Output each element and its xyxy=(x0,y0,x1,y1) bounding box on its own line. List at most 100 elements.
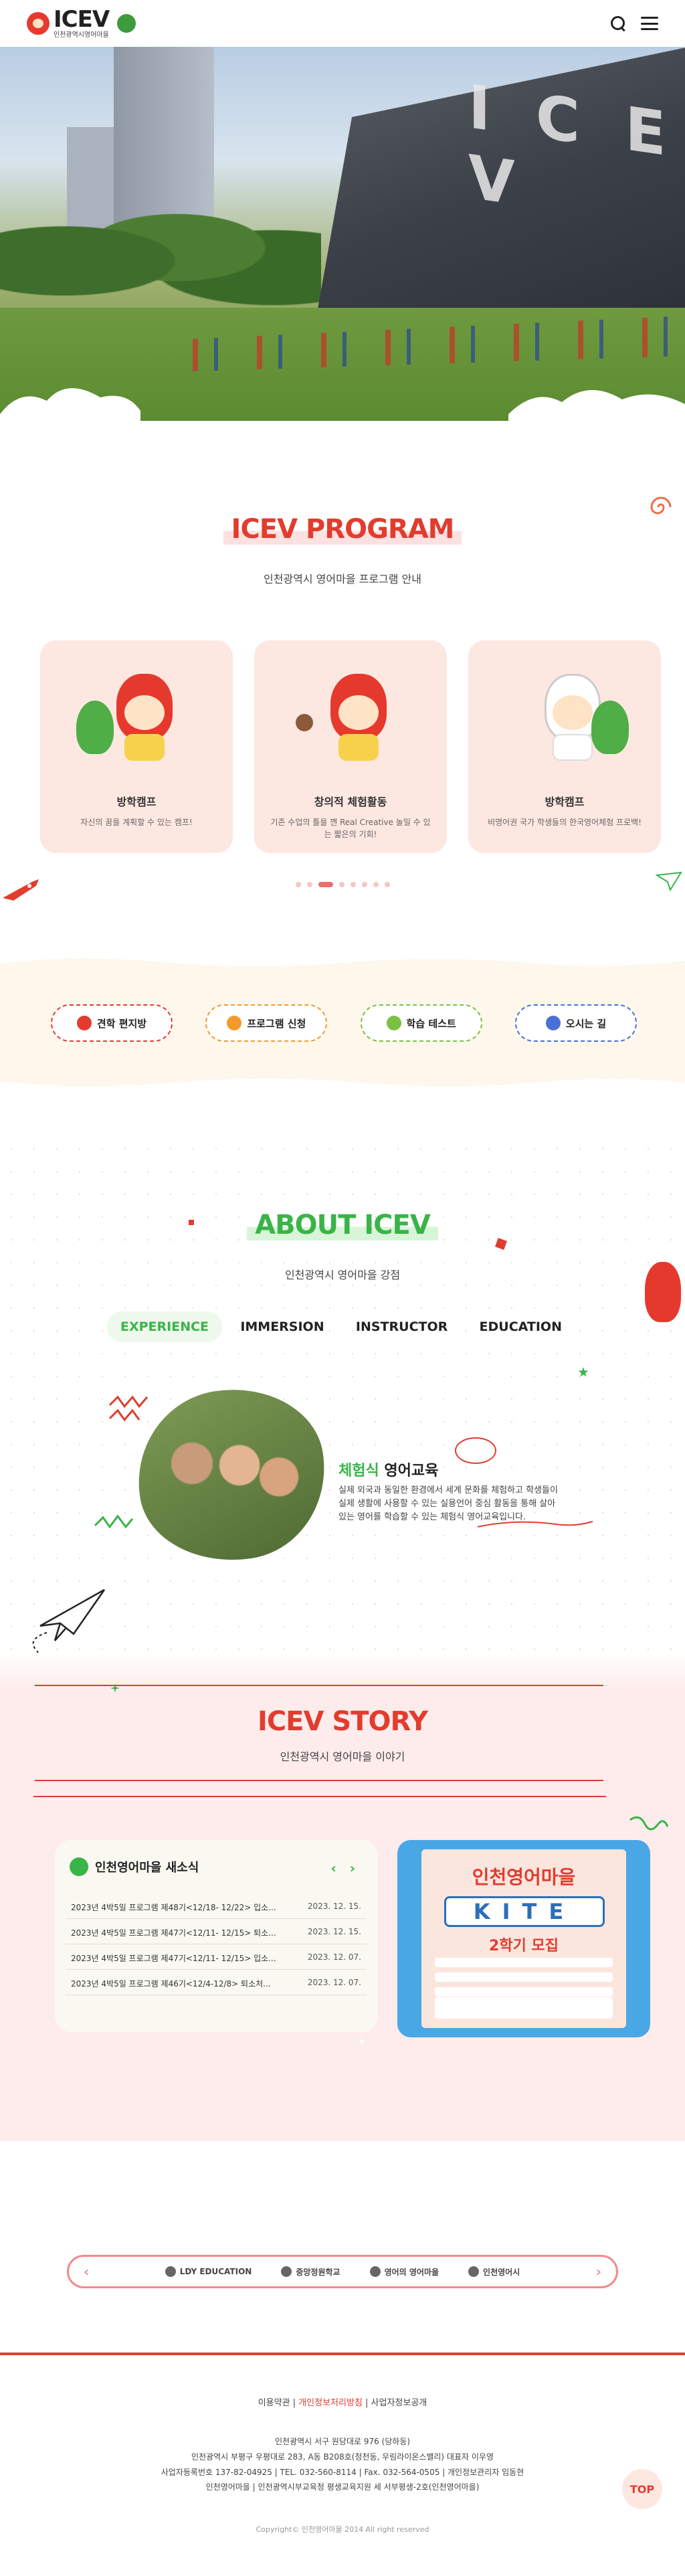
partner-logo-icon xyxy=(165,2266,176,2277)
quick-link-button[interactable]: 학습 테스트 xyxy=(360,1004,482,1042)
quick-link-button[interactable]: 오시는 길 xyxy=(514,1004,637,1042)
poster-details xyxy=(435,1958,613,2002)
about-headline: 체험식 영어교육 xyxy=(338,1459,438,1480)
news-row[interactable]: 2023년 4박5일 프로그램 제47기<12/11- 12/15> 입소...… xyxy=(66,1944,367,1970)
scroll-top-button[interactable]: TOP xyxy=(622,2469,662,2509)
footer-divider xyxy=(0,2353,685,2355)
partner-logo[interactable]: 인천영어시 xyxy=(468,2266,520,2278)
squiggle-doodle xyxy=(94,1514,134,1529)
paper-plane-icon xyxy=(21,1588,106,1659)
news-row[interactable]: 2023년 4박5일 프로그램 제47기<12/11- 12/15> 퇴소...… xyxy=(66,1919,367,1944)
about-tab-list: EXPERIENCE IMMERSION INSTRUCTOR EDUCATION xyxy=(107,1311,575,1342)
about-headline-rest: 영어교육 xyxy=(379,1463,439,1479)
carousel-dot[interactable] xyxy=(295,882,301,887)
poster-title: 인천영어마을 xyxy=(472,1866,576,1888)
story-title: ICEV STORY xyxy=(257,1706,428,1737)
footer-link[interactable]: 개인정보처리방침 xyxy=(298,2398,363,2408)
quick-link-button[interactable]: 프로그램 신청 xyxy=(205,1004,328,1042)
about-tab[interactable]: EXPERIENCE xyxy=(107,1311,223,1342)
mascot-illustration xyxy=(504,667,629,767)
news-nav: ‹ › xyxy=(331,1860,356,1876)
poster-footer xyxy=(435,1997,613,2019)
partner-logo[interactable]: LDY EDUCATION xyxy=(165,2266,252,2277)
chevron-right-icon[interactable]: › xyxy=(350,1860,355,1876)
partner-logo-label: 인천영어시 xyxy=(483,2267,520,2277)
partner-logo[interactable]: 중앙정원학교 xyxy=(281,2266,340,2278)
about-tab[interactable]: INSTRUCTOR xyxy=(342,1311,461,1342)
wave-top-divider xyxy=(0,954,685,967)
footer-link[interactable]: 사업자정보공개 xyxy=(371,2398,427,2408)
carousel-dot[interactable] xyxy=(384,882,390,887)
logo-word: ICEV xyxy=(54,6,110,33)
logo-subtitle: 인천광역시영어마을 xyxy=(54,31,109,39)
chevron-left-icon[interactable]: ‹ xyxy=(84,2264,89,2280)
partner-logo-label: 영어의 영어마을 xyxy=(384,2267,439,2277)
site-logo[interactable]: ICEV 인천광역시영어마을 xyxy=(27,8,136,39)
program-carousel[interactable]: 방학캠프 자신의 꿈을 계획할 수 있는 캠프! 창의적 체험활동 기존 수업의… xyxy=(40,640,662,854)
partner-logo-icon xyxy=(281,2266,292,2277)
rocket-icon xyxy=(3,879,39,901)
quick-link-icon xyxy=(227,1016,242,1030)
quick-link-list: 견학 편지방 프로그램 신청 학습 테스트 오시는 길 xyxy=(51,1004,637,1042)
paper-plane-icon xyxy=(656,871,682,891)
squiggle-doodle xyxy=(629,1816,669,1831)
carousel-dot[interactable] xyxy=(373,882,379,887)
quick-link-label: 오시는 길 xyxy=(565,1017,607,1030)
footer-info-line: 사업자등록번호 137-82-04925 | TEL. 032-560-8114… xyxy=(161,2467,524,2477)
footer-link[interactable]: 이용약관 xyxy=(258,2398,290,2408)
program-card-desc: 기존 수업의 틀을 깬 Real Creative 놀일 수 있는 짧은의 기회… xyxy=(270,818,431,839)
partner-logo[interactable]: 영어의 영어마을 xyxy=(369,2266,439,2278)
about-tab[interactable]: EDUCATION xyxy=(466,1311,575,1342)
footer-info-line: 인천광역시 부평구 우평대로 283, A동 B208호(청천동, 우림라이온스… xyxy=(191,2452,494,2462)
news-row-date: 2023. 12. 15. xyxy=(307,1902,361,1911)
confetti-square xyxy=(189,1220,194,1225)
quick-link-button[interactable]: 견학 편지방 xyxy=(51,1004,173,1042)
about-headline-em: 체험식 xyxy=(338,1463,379,1479)
story-section: ICEV STORY 인천광역시 영어마을 이야기 인천영어마을 새소식 ‹ ›… xyxy=(0,1653,685,2141)
about-photo xyxy=(126,1377,336,1573)
menu-icon[interactable] xyxy=(641,17,658,30)
mascot-illustration xyxy=(76,667,197,767)
chevron-right-icon[interactable]: › xyxy=(596,2264,601,2280)
poster-kite: KITE xyxy=(444,1896,605,1927)
news-row-title: 2023년 4박5일 프로그램 제46기<12/4-12/8> 퇴소처... xyxy=(71,1979,271,1989)
carousel-dot[interactable] xyxy=(306,882,312,887)
hero-banner: I C E V xyxy=(0,47,685,425)
quick-link-icon xyxy=(76,1016,92,1030)
program-card[interactable]: 방학캠프 비영어권 국가 학생들의 한국영어체험 프로백! xyxy=(468,640,661,853)
news-row-date: 2023. 12. 07. xyxy=(307,1952,361,1962)
program-card[interactable]: 창의적 체험활동 기존 수업의 틀을 깬 Real Creative 놀일 수 … xyxy=(254,640,447,853)
carousel-dot[interactable] xyxy=(318,882,333,887)
program-card-desc: 자신의 꿈을 계획할 수 있는 캠프! xyxy=(80,818,193,827)
wave-bottom-divider xyxy=(0,1079,685,1091)
partner-logo-label: 중앙정원학교 xyxy=(296,2267,340,2277)
news-row-date: 2023. 12. 07. xyxy=(307,1978,361,1987)
carousel-dot[interactable] xyxy=(350,882,356,887)
news-board: 인천영어마을 새소식 ‹ › 2023년 4박5일 프로그램 제48기<12/1… xyxy=(55,1840,378,2032)
quick-link-label: 프로그램 신청 xyxy=(247,1017,306,1030)
kite-recruit-banner[interactable]: 인천영어마을 KITE 2학기 모집 xyxy=(397,1840,650,2037)
header-tools xyxy=(610,15,658,31)
about-tab[interactable]: IMMERSION xyxy=(227,1311,337,1342)
site-header: ICEV 인천광역시영어마을 xyxy=(0,0,685,47)
swirl-icon xyxy=(650,496,672,515)
footer-info: 인천광역시 서구 원당대로 976 (당하동) 인천광역시 부평구 우평대로 28… xyxy=(0,2434,685,2495)
program-card[interactable]: 방학캠프 자신의 꿈을 계획할 수 있는 캠프! xyxy=(40,640,233,853)
hero-trees xyxy=(0,181,321,314)
partner-carousel: ‹ LDY EDUCATION 중앙정원학교 영어의 영어마을 인천영어시 › xyxy=(67,2255,618,2288)
carousel-dot[interactable] xyxy=(361,882,367,887)
news-row[interactable]: 2023년 4박5일 프로그램 제46기<12/4-12/8> 퇴소처... 20… xyxy=(66,1970,367,1995)
news-row[interactable]: 2023년 4박5일 프로그램 제48기<12/18- 12/22> 입소...… xyxy=(66,1894,367,1919)
story-line-mid2 xyxy=(33,1796,606,1797)
zigzag-doodle xyxy=(108,1395,149,1422)
mascot-illustration xyxy=(290,667,411,767)
footer-links: 이용약관 | 개인정보처리방침 | 사업자정보공개 xyxy=(0,2395,685,2408)
footer-info-line: 인천광역시 서구 원당대로 976 (당하동) xyxy=(274,2437,411,2446)
chevron-left-icon[interactable]: ‹ xyxy=(331,1860,336,1876)
search-icon[interactable] xyxy=(610,15,626,31)
news-row-title: 2023년 4박5일 프로그램 제48기<12/18- 12/22> 입소... xyxy=(71,1903,276,1912)
about-section: ABOUT ICEV 인천광역시 영어마을 강점 EXPERIENCE IMMER… xyxy=(0,1137,685,1659)
program-title: ICEV PROGRAM xyxy=(223,514,462,545)
carousel-dot[interactable] xyxy=(338,882,345,887)
quick-links-section: 견학 편지방 프로그램 신청 학습 테스트 오시는 길 xyxy=(0,954,685,1091)
